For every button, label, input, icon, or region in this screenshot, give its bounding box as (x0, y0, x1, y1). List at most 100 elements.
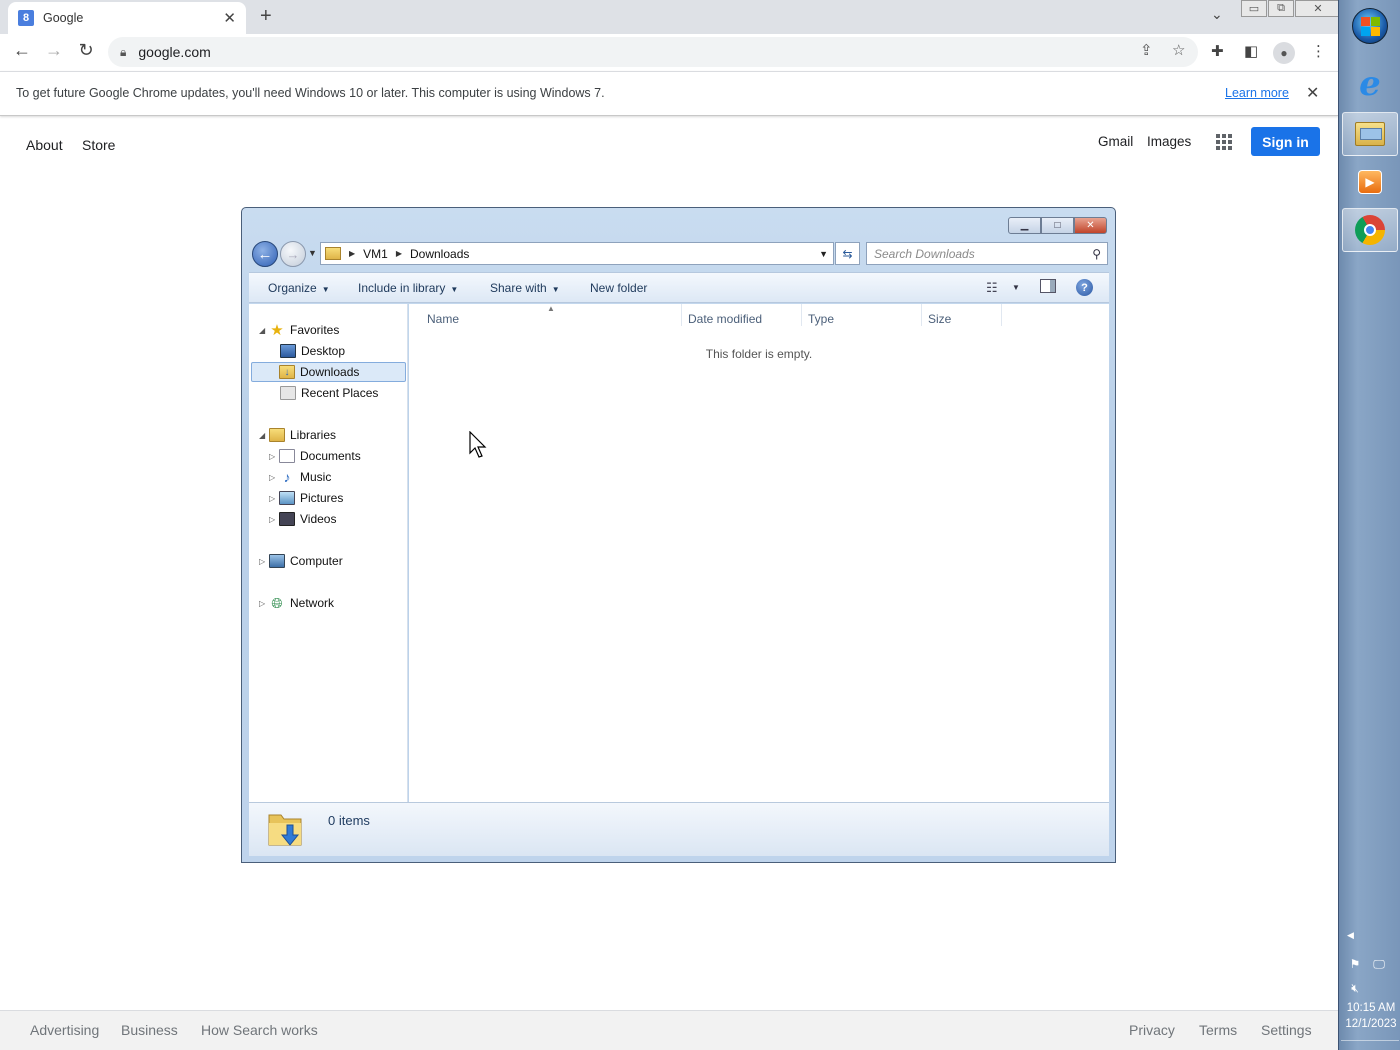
column-date-modified[interactable]: Date modified (688, 312, 762, 326)
tab-search-chevron-icon[interactable]: ⌄ (1211, 6, 1223, 23)
nav-desktop[interactable]: Desktop (280, 341, 345, 361)
new-folder-button[interactable]: New folder (590, 281, 647, 295)
column-divider[interactable] (921, 304, 922, 326)
address-bar[interactable]: 🔒︎ google.com (108, 37, 1198, 67)
collapsed-arrow-icon[interactable]: ▷ (269, 452, 279, 461)
breadcrumb-arrow-icon[interactable]: ▶ (349, 249, 355, 258)
bookmark-star-icon[interactable]: ☆ (1172, 41, 1185, 59)
nav-favorites-label: Favorites (290, 323, 340, 337)
nav-recent-places[interactable]: Recent Places (280, 383, 378, 403)
volume-muted-icon[interactable]: 🔇︎ (1347, 980, 1363, 996)
profile-avatar-icon[interactable]: ● (1273, 42, 1295, 64)
preview-pane-icon[interactable] (1040, 279, 1056, 293)
close-window-button[interactable]: ✕ (1295, 0, 1341, 17)
column-divider[interactable] (1001, 304, 1002, 326)
collapsed-arrow-icon[interactable]: ▷ (269, 494, 279, 503)
explorer-forward-icon[interactable]: → (280, 241, 306, 267)
nav-computer-label: Computer (290, 554, 343, 568)
store-link[interactable]: Store (82, 137, 115, 153)
extensions-puzzle-icon[interactable]: ✚ (1211, 42, 1224, 60)
file-list-pane[interactable]: ▲ Name Date modified Type Size This fold… (409, 304, 1109, 802)
terms-link[interactable]: Terms (1199, 1022, 1237, 1038)
browser-toolbar: ← → ↻ 🔒︎ google.com ⇪ ☆ ✚ ◧ ⋮ (0, 34, 1338, 71)
explorer-close-button[interactable]: ✕ (1074, 217, 1107, 234)
business-link[interactable]: Business (121, 1022, 178, 1038)
breadcrumb-arrow-icon[interactable]: ▶ (396, 249, 402, 258)
explorer-address-bar[interactable]: ▶ VM1 ▶ Downloads ▼ (320, 242, 834, 265)
images-link[interactable]: Images (1147, 134, 1191, 149)
explorer-search-box[interactable]: ⚲ (866, 242, 1108, 265)
about-link[interactable]: About (26, 137, 63, 153)
share-with-button[interactable]: Share with ▼ (490, 281, 560, 295)
recent-pages-chevron-icon[interactable]: ▼ (308, 248, 317, 258)
nav-music[interactable]: ▷ ♪ Music (269, 467, 331, 487)
taskbar-media-player[interactable]: ▶ (1342, 160, 1398, 204)
column-size[interactable]: Size (928, 312, 951, 326)
reload-icon[interactable]: ↻ (74, 40, 98, 61)
action-center-flag-icon[interactable]: ⚑ (1347, 956, 1363, 972)
breadcrumb-vm1[interactable]: VM1 (363, 247, 388, 261)
nav-pictures[interactable]: ▷ Pictures (269, 488, 343, 508)
nav-music-label: Music (300, 470, 332, 484)
how-search-works-link[interactable]: How Search works (201, 1022, 318, 1038)
view-dropdown-icon[interactable]: ▼ (1012, 283, 1020, 292)
refresh-icon[interactable]: ⇆ (835, 242, 860, 265)
gmail-link[interactable]: Gmail (1098, 134, 1133, 149)
collapsed-arrow-icon[interactable]: ▷ (269, 515, 279, 524)
nav-libraries[interactable]: ◢ Libraries (259, 425, 336, 445)
new-tab-icon[interactable]: + (260, 5, 272, 28)
network-tray-icon[interactable]: 🖵︎ (1371, 956, 1387, 972)
explorer-back-icon[interactable]: ← (252, 241, 278, 267)
documents-icon (279, 449, 295, 463)
organize-button[interactable]: Organize ▼ (268, 281, 330, 295)
clock-date[interactable]: 12/1/2023 (1343, 1018, 1399, 1030)
side-panel-icon[interactable]: ◧ (1244, 42, 1258, 60)
search-icon[interactable]: ⚲ (1092, 247, 1101, 261)
taskbar-windows-explorer[interactable] (1342, 112, 1398, 156)
breadcrumb-downloads[interactable]: Downloads (410, 247, 469, 261)
restore-button[interactable]: ⧉ (1268, 0, 1294, 17)
learn-more-link[interactable]: Learn more (1225, 86, 1289, 100)
start-orb-icon[interactable] (1352, 8, 1388, 44)
nav-favorites[interactable]: ◢ ★ Favorites (259, 320, 339, 340)
sign-in-button[interactable]: Sign in (1251, 127, 1320, 156)
explorer-maximize-button[interactable]: □ (1041, 217, 1074, 234)
expanded-arrow-icon[interactable]: ◢ (259, 431, 269, 440)
nav-downloads[interactable]: ↓ Downloads (251, 362, 406, 382)
collapsed-arrow-icon[interactable]: ▷ (259, 557, 269, 566)
tab-close-icon[interactable]: ✕ (223, 9, 236, 27)
advertising-link[interactable]: Advertising (30, 1022, 99, 1038)
explorer-minimize-button[interactable]: ▁ (1008, 217, 1041, 234)
infobar-close-icon[interactable]: ✕ (1306, 83, 1319, 103)
show-desktop-button[interactable] (1341, 1040, 1399, 1048)
change-view-icon[interactable]: ☷ (986, 280, 998, 296)
nav-computer[interactable]: ▷ Computer (259, 551, 343, 571)
tab-google[interactable]: 8 Google ✕ (8, 2, 246, 34)
forward-arrow-icon[interactable]: → (42, 40, 66, 61)
address-dropdown-icon[interactable]: ▼ (819, 249, 828, 259)
collapsed-arrow-icon[interactable]: ▷ (259, 599, 269, 608)
column-type[interactable]: Type (808, 312, 834, 326)
column-divider[interactable] (801, 304, 802, 326)
back-arrow-icon[interactable]: ← (10, 40, 34, 61)
minimize-button[interactable]: ▭ (1241, 0, 1267, 17)
google-apps-grid-icon[interactable] (1216, 134, 1232, 150)
nav-videos[interactable]: ▷ Videos (269, 509, 336, 529)
include-in-library-button[interactable]: Include in library ▼ (358, 281, 458, 295)
column-name[interactable]: Name (427, 312, 459, 326)
settings-link[interactable]: Settings (1261, 1022, 1312, 1038)
help-icon[interactable]: ? (1076, 279, 1093, 296)
clock-time[interactable]: 10:15 AM (1343, 1002, 1399, 1014)
nav-documents[interactable]: ▷ Documents (269, 446, 361, 466)
share-icon[interactable]: ⇪ (1140, 41, 1153, 59)
explorer-search-input[interactable] (874, 246, 1074, 261)
taskbar-internet-explorer[interactable]: e (1342, 62, 1398, 106)
column-divider[interactable] (681, 304, 682, 326)
taskbar-chrome[interactable] (1342, 208, 1398, 252)
show-hidden-icons-arrow-icon[interactable]: ◀ (1347, 930, 1354, 941)
menu-kebab-icon[interactable]: ⋮ (1311, 42, 1326, 60)
privacy-link[interactable]: Privacy (1129, 1022, 1175, 1038)
expanded-arrow-icon[interactable]: ◢ (259, 326, 269, 335)
collapsed-arrow-icon[interactable]: ▷ (269, 473, 279, 482)
nav-network[interactable]: ▷ 🌐︎ Network (259, 593, 334, 613)
